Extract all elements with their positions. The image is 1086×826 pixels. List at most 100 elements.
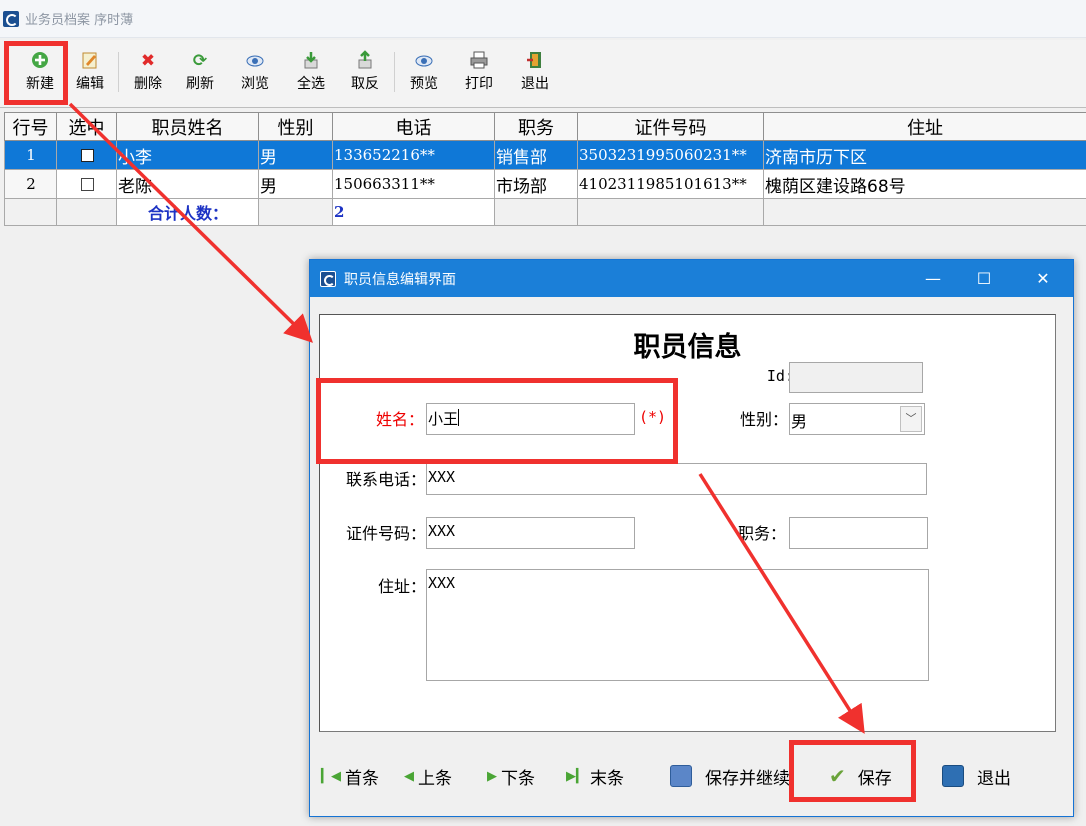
refresh-button[interactable]: ⟳ 刷新 <box>179 50 221 102</box>
phone-label: 联系电话： <box>345 470 426 489</box>
summary-empty-cell <box>4 198 57 226</box>
dialog-title: 职员信息编辑界面 <box>344 271 456 288</box>
summary-row: 合计人数： 2 <box>4 198 1086 226</box>
save-and-continue-button[interactable]: 保存并继续 <box>670 762 798 790</box>
next-record-icon: ▶ <box>487 768 497 784</box>
highlight-name-field <box>316 378 678 464</box>
maximize-button[interactable]: ☐ <box>961 260 1007 297</box>
exit-button[interactable]: 退出 <box>514 50 556 102</box>
gender-select[interactable]: 男 ﹀ <box>789 403 925 435</box>
column-header-id-number[interactable]: 证件号码 <box>577 112 764 141</box>
highlight-save-button <box>789 740 916 802</box>
summary-empty-cell <box>763 198 1086 226</box>
dialog-footer: ▎◀ 首条 ◀ 上条 ▶ 下条 ▶▎ 末条 保存并继续 ✔ 保存 退出 <box>310 740 1073 810</box>
browse-button[interactable]: 浏览 <box>234 50 276 102</box>
exit-icon <box>524 50 546 72</box>
first-record-button[interactable]: ▎◀ 首条 <box>321 762 379 790</box>
close-button[interactable]: ✕ <box>1020 260 1066 297</box>
previous-record-icon: ◀ <box>404 768 414 784</box>
cell-name[interactable]: 老陈 <box>116 169 259 199</box>
cell-gender[interactable]: 男 <box>258 140 333 170</box>
cell-selected <box>56 140 117 170</box>
last-record-button[interactable]: ▶▎ 末条 <box>566 762 624 790</box>
column-header-phone[interactable]: 电话 <box>332 112 495 141</box>
minimize-button[interactable]: — <box>910 260 956 297</box>
column-header-address[interactable]: 住址 <box>763 112 1086 141</box>
table-row[interactable]: 2 老陈 男 150663311** 市场部 4102311985101613*… <box>4 169 1086 199</box>
printer-icon <box>468 50 490 72</box>
cell-selected <box>56 169 117 199</box>
eye-icon <box>244 50 266 72</box>
cell-phone[interactable]: 133652216** <box>332 140 495 170</box>
address-textarea[interactable]: XXX <box>426 569 929 681</box>
id-number-input[interactable]: XXX <box>426 517 635 549</box>
last-record-icon: ▶▎ <box>566 768 586 784</box>
row-checkbox[interactable] <box>80 148 94 162</box>
column-header-position[interactable]: 职务 <box>494 112 578 141</box>
previous-record-button[interactable]: ◀ 上条 <box>404 762 452 790</box>
column-header-selected[interactable]: 选中 <box>56 112 117 141</box>
dialog-title-bar[interactable]: 职员信息编辑界面 — ☐ ✕ <box>310 260 1073 297</box>
next-record-button[interactable]: ▶ 下条 <box>487 762 535 790</box>
edit-icon <box>79 50 101 72</box>
id-label: Id: <box>766 367 794 385</box>
phone-input[interactable]: XXX <box>426 463 927 495</box>
summary-count: 2 <box>332 198 495 226</box>
id-number-label: 证件号码： <box>345 524 426 543</box>
app-icon <box>3 10 19 27</box>
id-field <box>789 362 923 393</box>
summary-empty-cell <box>577 198 764 226</box>
employee-edit-dialog: 职员信息编辑界面 — ☐ ✕ 职员信息 Id: 姓名： 小王 (*) 性别： 男… <box>309 259 1074 817</box>
column-header-row-no[interactable]: 行号 <box>4 112 57 141</box>
main-window-title: 业务员档案 序时薄 <box>25 13 134 28</box>
column-header-name[interactable]: 职员姓名 <box>116 112 259 141</box>
refresh-icon: ⟳ <box>192 51 208 71</box>
table-row[interactable]: 1 小李 男 133652216** 销售部 3503231995060231*… <box>4 140 1086 170</box>
preview-icon <box>413 50 435 72</box>
edit-button[interactable]: 编辑 <box>69 50 111 102</box>
main-toolbar: 新建 编辑 ✖ 删除 ⟳ 刷新 浏览 全选 取反 预览 打印 退出 <box>0 40 1086 108</box>
chevron-down-icon[interactable]: ﹀ <box>900 406 922 432</box>
grid-header-row: 行号 选中 职员姓名 性别 电话 职务 证件号码 住址 <box>4 112 1086 141</box>
cell-row-no: 2 <box>4 169 57 199</box>
summary-empty-cell <box>494 198 578 226</box>
form-heading: 职员信息 <box>633 332 742 363</box>
cell-position[interactable]: 市场部 <box>494 169 578 199</box>
delete-icon: ✖ <box>140 51 156 71</box>
save-continue-icon <box>670 765 692 787</box>
main-title-bar: 业务员档案 序时薄 <box>0 0 1086 38</box>
column-header-gender[interactable]: 性别 <box>258 112 333 141</box>
select-all-button[interactable]: 全选 <box>290 50 332 102</box>
toolbar-separator <box>118 52 119 92</box>
cell-name[interactable]: 小李 <box>116 140 259 170</box>
highlight-new-button <box>4 41 68 105</box>
cell-address[interactable]: 槐荫区建设路68号 <box>763 169 1086 199</box>
select-all-icon <box>300 50 322 72</box>
delete-button[interactable]: ✖ 删除 <box>127 50 169 102</box>
row-checkbox[interactable] <box>80 177 94 191</box>
cell-row-no: 1 <box>4 140 57 170</box>
address-label: 住址： <box>377 577 426 596</box>
cell-gender[interactable]: 男 <box>258 169 333 199</box>
dialog-app-icon <box>320 270 336 287</box>
toolbar-separator <box>394 52 395 92</box>
preview-button[interactable]: 预览 <box>403 50 445 102</box>
position-label: 职务： <box>737 524 786 543</box>
exit-door-icon <box>942 765 964 787</box>
cell-id-number[interactable]: 3503231995060231** <box>577 140 764 170</box>
cell-address[interactable]: 济南市历下区 <box>763 140 1086 170</box>
invert-selection-icon <box>354 50 376 72</box>
print-button[interactable]: 打印 <box>458 50 500 102</box>
first-record-icon: ▎◀ <box>321 768 341 784</box>
employee-form-panel: 职员信息 Id: 姓名： 小王 (*) 性别： 男 ﹀ 联系电话： XXX 证件… <box>319 314 1056 732</box>
employee-grid: 行号 选中 职员姓名 性别 电话 职务 证件号码 住址 1 小李 男 13365… <box>4 112 1086 226</box>
invert-selection-button[interactable]: 取反 <box>344 50 386 102</box>
gender-label: 性别： <box>739 410 788 429</box>
summary-label: 合计人数： <box>116 198 259 226</box>
cell-phone[interactable]: 150663311** <box>332 169 495 199</box>
cell-id-number[interactable]: 4102311985101613** <box>577 169 764 199</box>
summary-empty-cell <box>258 198 333 226</box>
dialog-exit-button[interactable]: 退出 <box>942 762 1011 790</box>
cell-position[interactable]: 销售部 <box>494 140 578 170</box>
position-input[interactable] <box>789 517 928 549</box>
